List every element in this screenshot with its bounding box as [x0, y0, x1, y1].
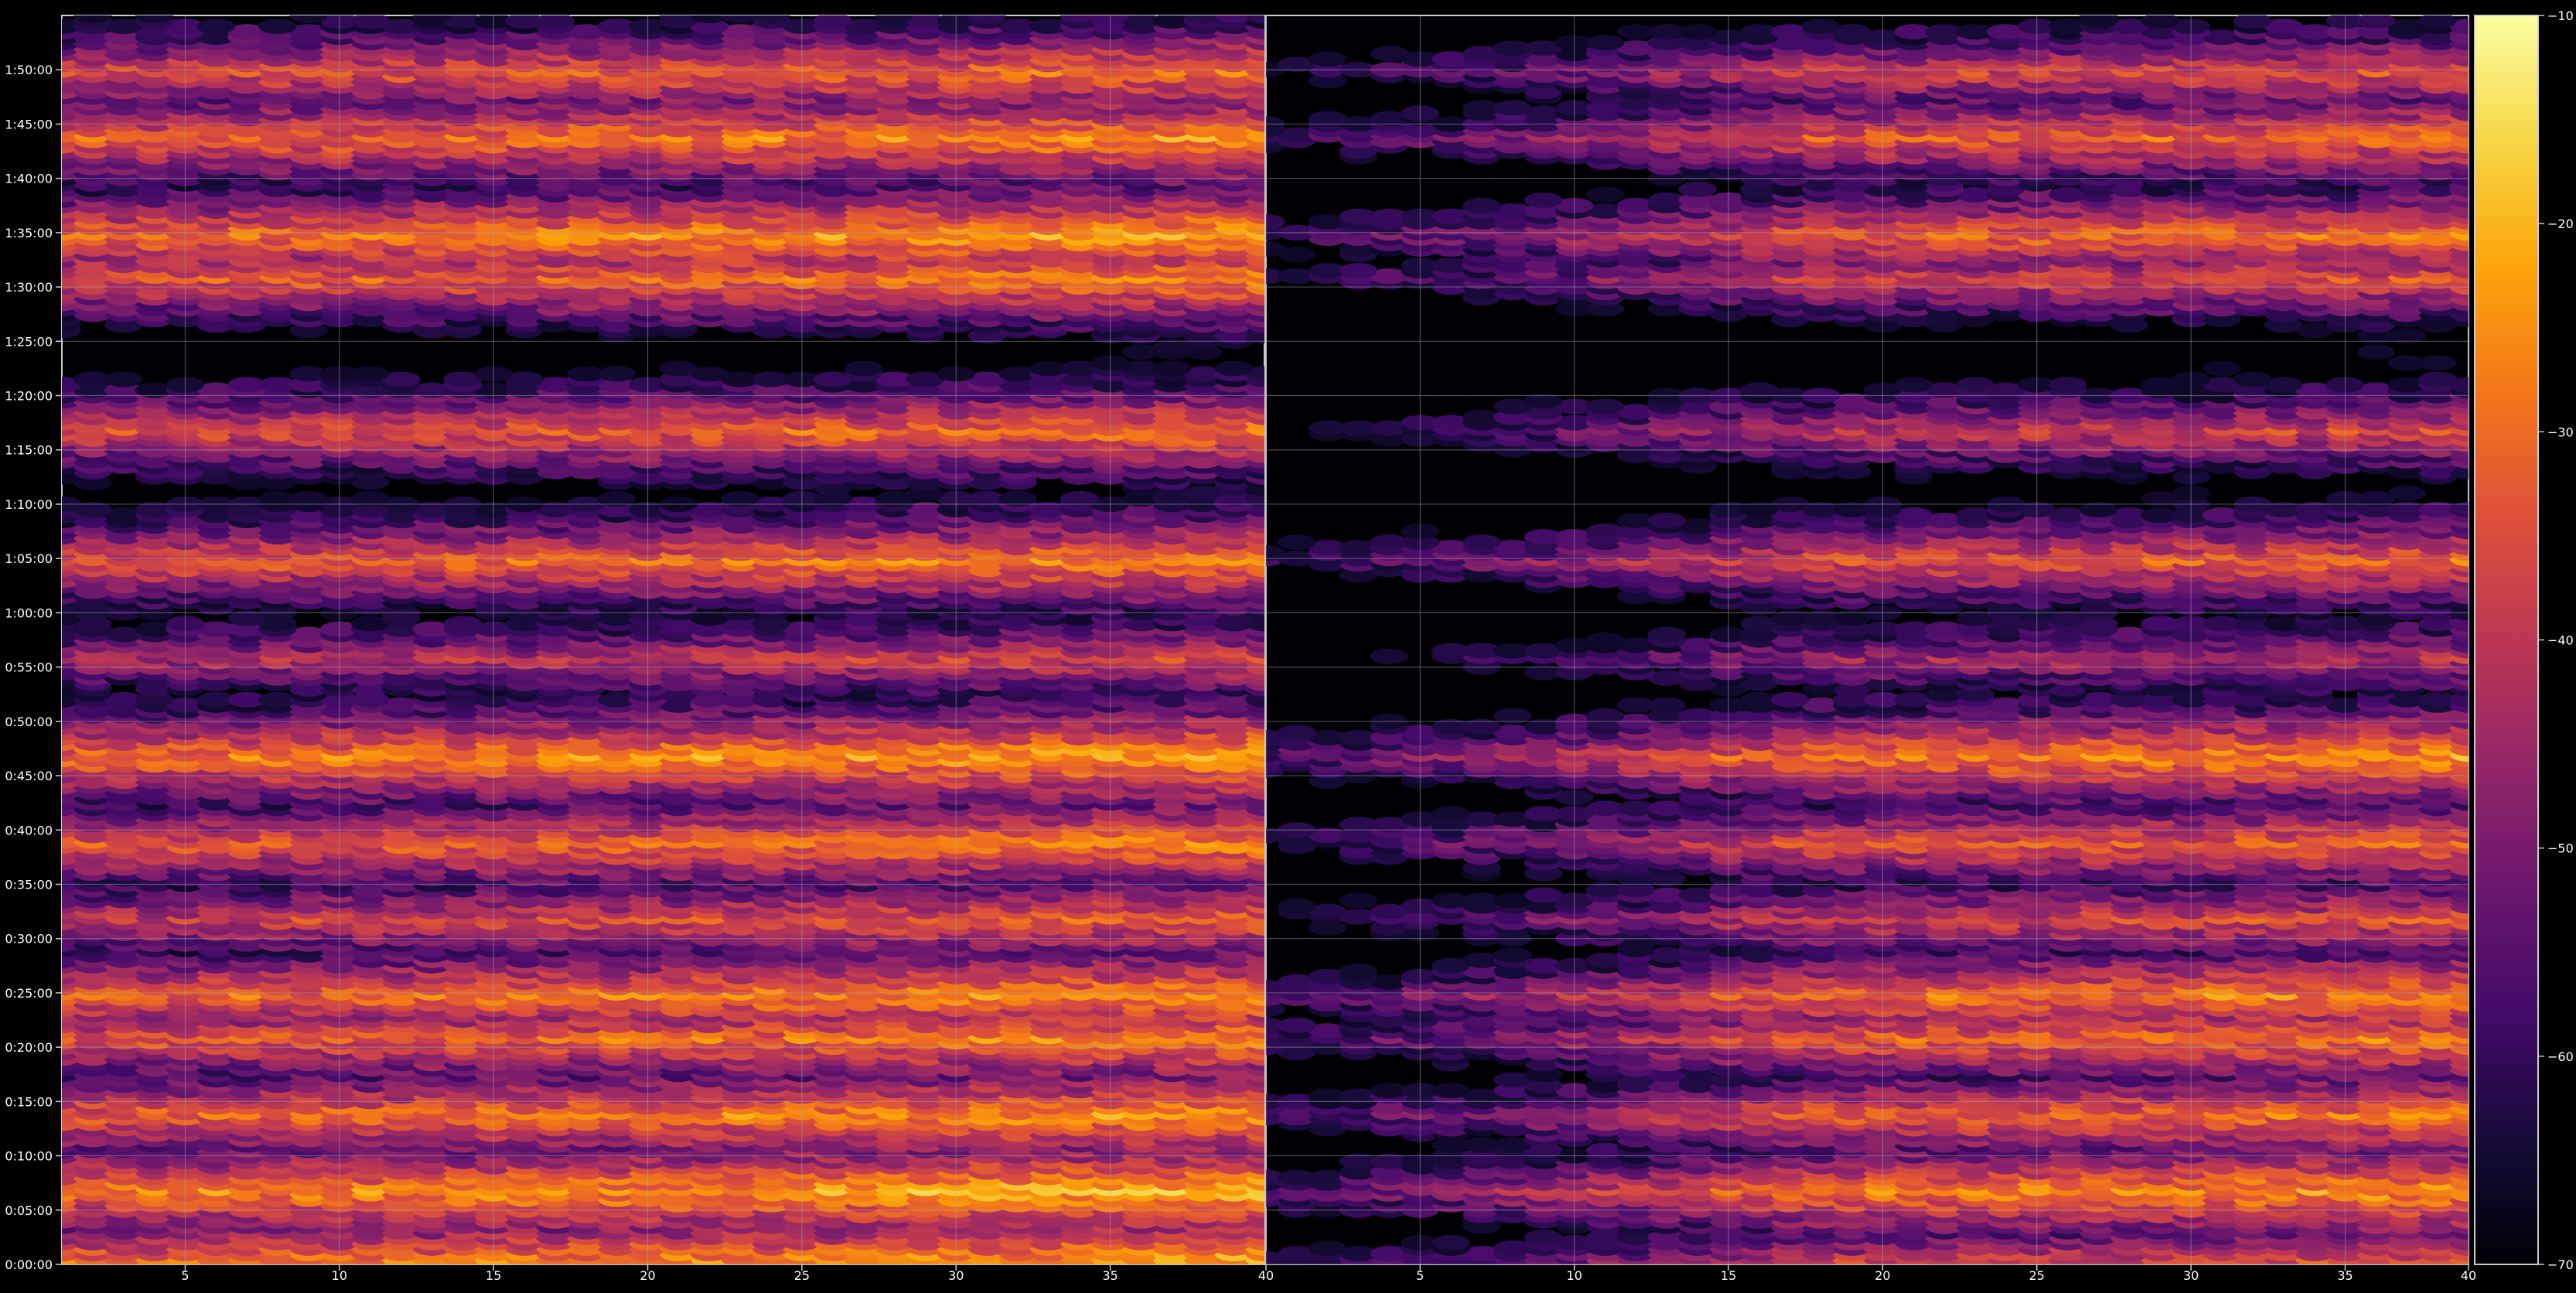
- heatmap-cell: [443, 616, 482, 632]
- panel-left: [61, 15, 1265, 1265]
- panel-left-cells: [62, 15, 1264, 1264]
- spectrogram-figure: 0:00:000:05:000:10:000:15:000:20:000:25:…: [0, 0, 2576, 1293]
